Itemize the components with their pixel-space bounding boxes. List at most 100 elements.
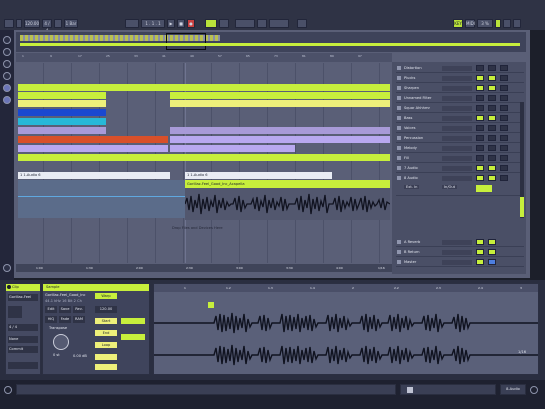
track-name[interactable]: Distortion: [404, 66, 438, 70]
info-toggle-icon[interactable]: [4, 386, 12, 394]
clip[interactable]: [18, 109, 106, 116]
position-field[interactable]: 1 . 1 . 1: [141, 19, 165, 28]
track-name[interactable]: Voices: [404, 126, 438, 130]
track-header[interactable]: Voices: [396, 124, 524, 133]
seg-bpm-field[interactable]: 120.00: [95, 306, 117, 313]
fold-icon[interactable]: [397, 96, 401, 100]
volume-field[interactable]: [442, 126, 472, 131]
solo-button[interactable]: [488, 125, 496, 131]
fold-icon[interactable]: [397, 260, 401, 264]
arm-button[interactable]: [500, 105, 508, 111]
volume-field[interactable]: [442, 96, 472, 101]
track-name[interactable]: B Return: [404, 250, 438, 254]
record-button[interactable]: ●: [187, 19, 195, 28]
track-name[interactable]: 7 Audio: [404, 166, 438, 170]
track-header[interactable]: Unnamed Filter: [396, 94, 524, 103]
arm-button[interactable]: [500, 175, 508, 181]
solo-button[interactable]: [488, 75, 496, 81]
volume-field[interactable]: [442, 250, 472, 255]
track-header[interactable]: Distortion: [396, 64, 524, 73]
clip[interactable]: [18, 127, 106, 134]
volume-field[interactable]: [442, 260, 472, 265]
fold-icon[interactable]: [397, 86, 401, 90]
track-name[interactable]: Bass: [404, 116, 438, 120]
volume-field[interactable]: [442, 76, 472, 81]
key-map-button[interactable]: KEY: [453, 19, 463, 28]
activator-button[interactable]: [476, 135, 484, 141]
volume-field[interactable]: [442, 156, 472, 161]
solo-button[interactable]: [488, 85, 496, 91]
solo-button[interactable]: [488, 249, 496, 255]
arm-button[interactable]: [500, 85, 508, 91]
warp-button[interactable]: Warp: [95, 293, 117, 299]
clip-title[interactable]: Clip: [6, 284, 40, 291]
solo-button[interactable]: [488, 239, 496, 245]
fold-icon[interactable]: [397, 146, 401, 150]
overview-viewport[interactable]: [166, 33, 206, 50]
selected-track-name[interactable]: 8-Audio: [500, 384, 526, 395]
track-scrollbar[interactable]: [520, 102, 524, 218]
transpose-knob[interactable]: [53, 334, 69, 350]
activator-button[interactable]: [476, 239, 484, 245]
meter-field[interactable]: 4 / 4: [42, 19, 52, 33]
launch-button[interactable]: [121, 318, 145, 324]
fold-icon[interactable]: [397, 126, 401, 130]
clip[interactable]: [170, 145, 295, 152]
volume-field[interactable]: [442, 86, 472, 91]
volume-field[interactable]: [442, 146, 472, 151]
detail-toggle-icon[interactable]: [530, 386, 538, 394]
track-header[interactable]: Percussion: [396, 134, 524, 143]
return-header[interactable]: A Reverb: [396, 238, 524, 247]
clip-color-swatch[interactable]: [8, 306, 22, 318]
loop-start-field[interactable]: [235, 19, 255, 28]
track-name[interactable]: A Reverb: [404, 240, 438, 244]
clip[interactable]: [170, 92, 390, 99]
device-browser-icon[interactable]: [3, 48, 11, 56]
track-name[interactable]: Percussion: [404, 136, 438, 140]
clip[interactable]: [170, 127, 390, 134]
launch-mode-field[interactable]: [8, 362, 38, 369]
song-overview[interactable]: [16, 32, 526, 52]
arm-button[interactable]: [500, 135, 508, 141]
io-menu[interactable]: In/Out: [442, 185, 458, 189]
clip[interactable]: [170, 100, 390, 107]
follow-button[interactable]: [125, 19, 139, 28]
track-header[interactable]: Squar Ahhhmr: [396, 104, 524, 113]
track-name[interactable]: Fill: [404, 156, 438, 160]
scroll-thumb[interactable]: [407, 387, 413, 393]
arm-button[interactable]: [500, 125, 508, 131]
track-header[interactable]: Plucks: [396, 74, 524, 83]
activator-button[interactable]: [476, 65, 484, 71]
monitor-auto-button[interactable]: [476, 185, 492, 192]
arm-button[interactable]: [500, 75, 508, 81]
input-menu[interactable]: Ext. In: [404, 185, 420, 189]
arm-button[interactable]: [500, 115, 508, 121]
commit-button[interactable]: Commit: [8, 346, 38, 353]
fold-icon[interactable]: [397, 250, 401, 254]
return-header[interactable]: B Return: [396, 248, 524, 257]
quantize-menu[interactable]: 1 Bar: [64, 19, 78, 28]
solo-button[interactable]: [488, 65, 496, 71]
tempo-field[interactable]: 120.00: [24, 19, 40, 28]
solo-button[interactable]: [488, 95, 496, 101]
stop-button[interactable]: ■: [177, 19, 185, 28]
ram-button[interactable]: RAM: [73, 316, 85, 323]
arm-button[interactable]: [500, 145, 508, 151]
automation-line[interactable]: [18, 196, 185, 197]
folder-icon[interactable]: [3, 84, 11, 92]
fold-icon[interactable]: [397, 240, 401, 244]
ext-sync-button[interactable]: [4, 19, 14, 28]
signature-field[interactable]: 4 / 4: [8, 324, 38, 331]
solo-button[interactable]: [488, 155, 496, 161]
track-name[interactable]: 8 Audio: [404, 176, 438, 180]
track-name[interactable]: Master: [404, 260, 438, 264]
clip[interactable]: [18, 118, 106, 125]
clip[interactable]: [18, 84, 390, 91]
track-name[interactable]: Melody: [404, 146, 438, 150]
edit-button[interactable]: Edit: [45, 306, 57, 313]
end-field[interactable]: End: [95, 330, 117, 336]
volume-field[interactable]: [442, 106, 472, 111]
arm-button[interactable]: [500, 165, 508, 171]
hiq-button[interactable]: HiQ: [45, 316, 57, 323]
time-ruler-bottom[interactable]: 1:00 1:30 2:00 2:30 3:00 3:30 4:00 1/16: [16, 264, 392, 272]
